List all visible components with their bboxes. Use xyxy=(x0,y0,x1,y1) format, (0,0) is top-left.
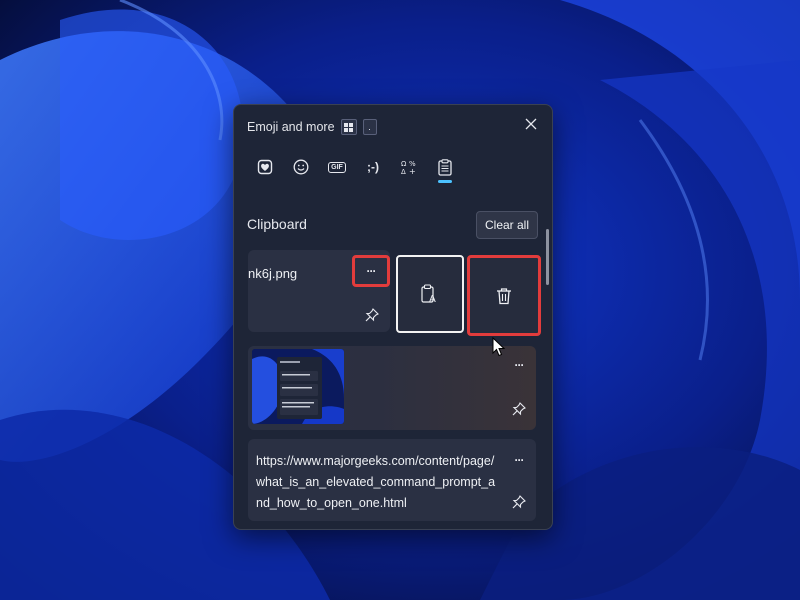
tab-kaomoji[interactable]: ;-) xyxy=(355,151,391,183)
svg-text:Δ: Δ xyxy=(401,168,406,175)
tab-symbols[interactable]: Ω % Δ + xyxy=(391,151,427,183)
more-options-button[interactable]: ··· xyxy=(352,255,390,287)
smiley-icon xyxy=(293,159,309,175)
panel-title: Emoji and more xyxy=(247,120,335,134)
paste-text-icon: A xyxy=(421,284,436,304)
svg-text:+: + xyxy=(409,167,416,175)
svg-text:Ω: Ω xyxy=(401,160,407,168)
tab-gif[interactable]: GIF xyxy=(319,151,355,183)
shortcut-key: . xyxy=(362,119,377,135)
clipboard-item[interactable]: ··· xyxy=(248,346,536,430)
trash-icon xyxy=(497,287,511,304)
close-button[interactable] xyxy=(520,113,542,135)
clipboard-item-text: https://www.majorgeeks.com/content/page/… xyxy=(256,454,496,510)
clipboard-icon xyxy=(438,158,452,176)
kaomoji-icon: ;-) xyxy=(367,160,379,174)
title-row: Emoji and more . xyxy=(247,119,377,135)
svg-text:A: A xyxy=(429,294,436,304)
pin-icon[interactable] xyxy=(511,401,527,417)
more-options-button[interactable]: ··· xyxy=(508,356,530,374)
tab-clipboard[interactable] xyxy=(427,151,463,183)
pin-icon[interactable] xyxy=(511,494,527,510)
clipboard-item-text: nk6j.png xyxy=(248,266,298,281)
clear-all-button[interactable]: Clear all xyxy=(475,211,538,239)
clipboard-item[interactable]: https://www.majorgeeks.com/content/page/… xyxy=(248,439,536,521)
emoji-panel: Emoji and more . GIF ;-) Ω % Δ + Clipboa… xyxy=(233,104,553,530)
mouse-cursor-icon xyxy=(492,337,506,357)
screenshot-thumbnail xyxy=(252,349,344,424)
tab-emoji[interactable] xyxy=(283,151,319,183)
category-tabs: GIF ;-) Ω % Δ + xyxy=(247,151,463,183)
close-icon xyxy=(525,118,537,130)
delete-button[interactable] xyxy=(467,255,541,336)
pin-icon[interactable] xyxy=(364,307,380,323)
paste-as-text-button[interactable]: A xyxy=(396,255,464,333)
symbols-icon: Ω % Δ + xyxy=(401,160,416,175)
section-title: Clipboard xyxy=(247,216,307,232)
heart-sticker-icon xyxy=(257,159,273,175)
windows-key-icon xyxy=(340,119,357,135)
tab-favorites[interactable] xyxy=(247,151,283,183)
scrollbar[interactable] xyxy=(546,229,549,285)
more-options-button[interactable]: ··· xyxy=(508,451,530,469)
gif-icon: GIF xyxy=(328,161,346,173)
